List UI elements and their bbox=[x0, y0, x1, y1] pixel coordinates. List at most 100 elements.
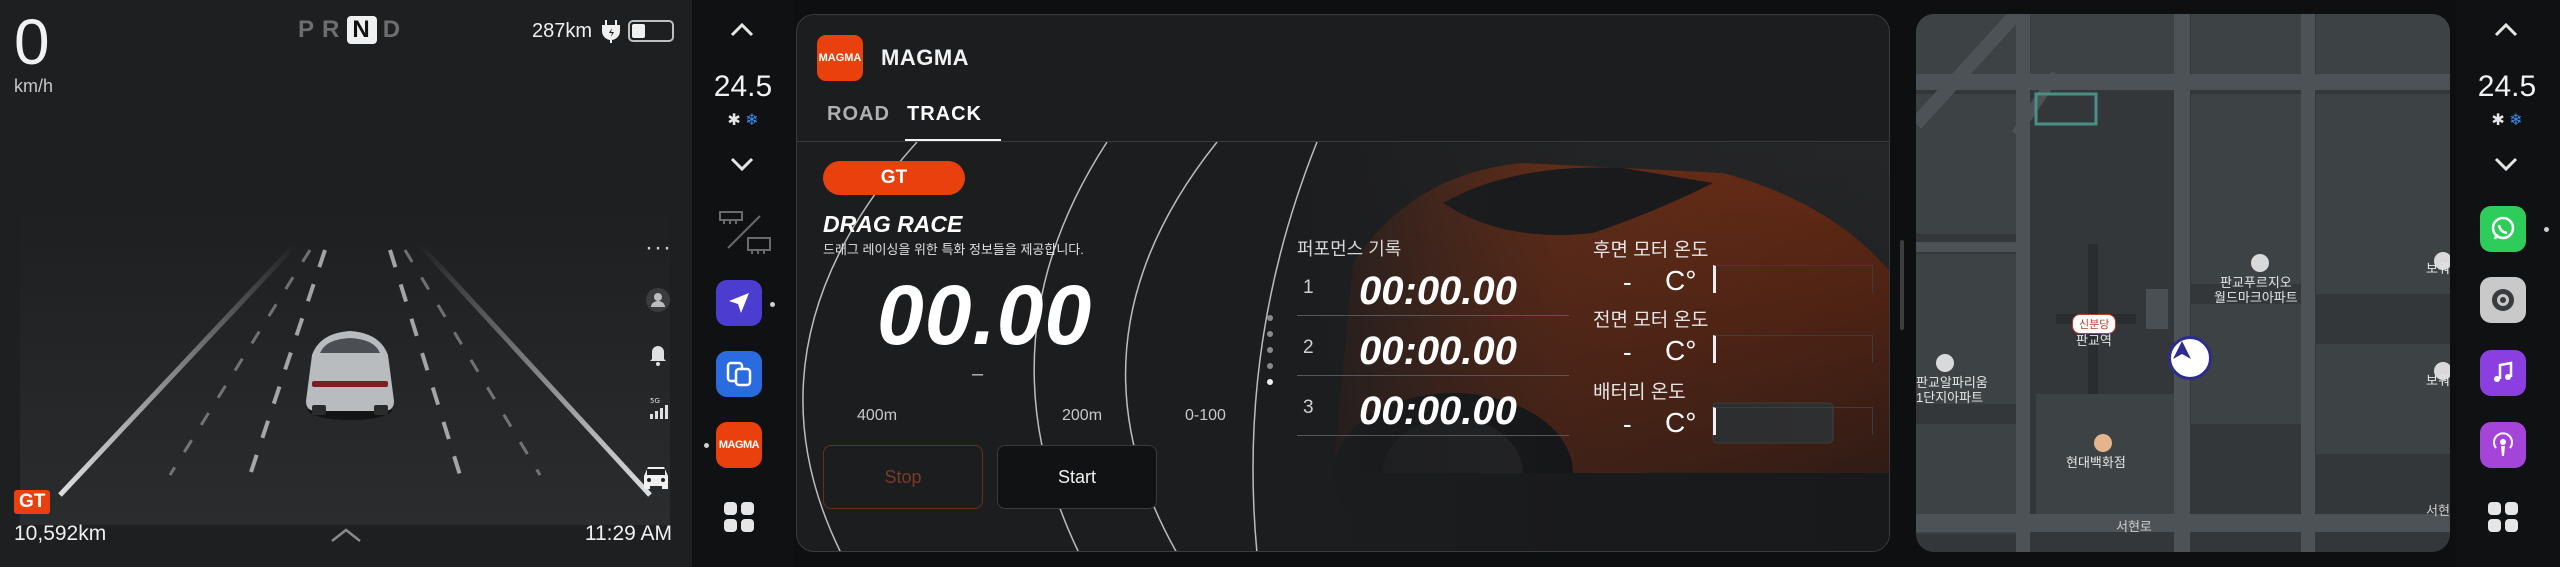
battery-fill bbox=[632, 24, 645, 38]
record-index: 3 bbox=[1303, 397, 1314, 418]
gt-mode-pill[interactable]: GT bbox=[823, 161, 965, 195]
right-dock: 24.5 ✱ ❄ bbox=[2456, 0, 2560, 567]
temp-unit: C° bbox=[1665, 407, 1697, 438]
distance-400m: 400m bbox=[857, 407, 898, 424]
left-dock: 24.5 ✱ ❄ MAGMA bbox=[692, 0, 794, 567]
map-label-hyundai: 현대백화점 bbox=[2066, 455, 2126, 470]
drag-race-description: 드래그 레이싱을 위한 특화 정보들을 제공합니다. bbox=[823, 242, 1084, 257]
temp-value: - bbox=[1623, 409, 1632, 439]
record-divider bbox=[1297, 375, 1569, 376]
battery-indicator bbox=[628, 20, 674, 42]
record-time: 00:00.00 bbox=[1359, 389, 1517, 433]
temp-unit: C° bbox=[1665, 265, 1697, 296]
temp-unit: C° bbox=[1665, 335, 1697, 366]
apartment-poi-icon[interactable] bbox=[2251, 254, 2269, 272]
map-canvas[interactable] bbox=[1916, 14, 2450, 552]
active-dot bbox=[704, 443, 709, 448]
temp-gauge bbox=[1713, 335, 1873, 363]
map-label-edge-top: 보워 bbox=[2426, 261, 2450, 276]
magma-app-icon[interactable]: MAGMA bbox=[716, 422, 762, 468]
map-label-edge-bottom: 서현 bbox=[2426, 503, 2450, 518]
distance-200m: 200m bbox=[1062, 407, 1103, 424]
rear-motor-temp: 후면 모터 온도 - C° bbox=[1593, 235, 1883, 305]
notification-bell-icon[interactable] bbox=[644, 340, 672, 368]
magma-logo: MAGMA bbox=[817, 35, 863, 81]
timer-subtext: – bbox=[972, 363, 984, 385]
multiscreen-app-icon[interactable] bbox=[716, 351, 762, 397]
music-app-icon[interactable] bbox=[2480, 350, 2526, 396]
tab-road[interactable]: ROAD bbox=[827, 103, 890, 126]
page-dot bbox=[1267, 331, 1273, 337]
all-apps-grid-icon[interactable] bbox=[2480, 494, 2526, 540]
temp-value: - bbox=[1623, 337, 1632, 367]
instrument-cluster: 0 km/h P R N D 287km ··· 5G GT 10,592km … bbox=[0, 0, 692, 567]
temp-down-chevron-icon[interactable] bbox=[726, 152, 758, 176]
page-dot bbox=[1267, 363, 1273, 369]
department-store-poi-icon[interactable] bbox=[2094, 434, 2112, 452]
temp-value: - bbox=[1623, 267, 1632, 297]
record-time: 00:00.00 bbox=[1359, 329, 1517, 373]
record-row: 1 00:00.00 bbox=[1303, 267, 1583, 313]
page-indicator bbox=[1267, 315, 1275, 395]
5g-signal-icon: 5G bbox=[650, 397, 668, 419]
map-view[interactable]: 판교푸르지오 월드마크아파트 판교알파리움 1단지아파트 신분당 판교역 현대백… bbox=[1916, 14, 2450, 552]
profile-icon[interactable] bbox=[644, 286, 672, 314]
record-divider bbox=[1297, 435, 1569, 436]
all-apps-grid-icon[interactable] bbox=[716, 494, 762, 540]
speed-unit: km/h bbox=[14, 76, 54, 96]
passenger-temperature: 24.5 bbox=[2477, 70, 2537, 103]
temp-label: 배터리 온도 bbox=[1593, 382, 1686, 403]
gear-d: D bbox=[382, 16, 403, 43]
panel-scrollbar[interactable] bbox=[1900, 240, 1904, 330]
charging-plug-icon bbox=[602, 20, 620, 43]
subway-station-tag[interactable]: 신분당 bbox=[2072, 314, 2117, 334]
page-dot bbox=[1267, 315, 1273, 321]
svg-text:5G: 5G bbox=[650, 397, 660, 405]
driver-temperature: 24.5 bbox=[713, 70, 773, 103]
performance-record-title: 퍼포먼스 기록 bbox=[1297, 239, 1402, 259]
record-row: 3 00:00.00 bbox=[1303, 387, 1583, 433]
record-divider bbox=[1297, 315, 1569, 316]
drive-mode-badge: GT bbox=[14, 490, 51, 514]
record-index: 2 bbox=[1303, 337, 1314, 358]
gear-n: N bbox=[347, 16, 377, 44]
navigation-app-icon[interactable] bbox=[716, 280, 762, 326]
chevron-up-icon[interactable] bbox=[330, 527, 362, 543]
temp-up-chevron-icon[interactable] bbox=[2490, 18, 2522, 42]
map-label-edge-mid: 보워 bbox=[2426, 373, 2450, 388]
temp-gauge bbox=[1713, 265, 1873, 293]
camera-app-icon[interactable] bbox=[2480, 277, 2526, 323]
record-index: 1 bbox=[1303, 277, 1314, 298]
fan-ac-icon: ✱ ❄ bbox=[2491, 112, 2523, 129]
podcast-app-icon[interactable] bbox=[2480, 422, 2526, 468]
page-dot bbox=[1267, 347, 1273, 353]
temp-label: 후면 모터 온도 bbox=[1593, 240, 1709, 261]
gear-p: P bbox=[298, 16, 317, 43]
tab-divider bbox=[797, 141, 1889, 142]
temp-up-chevron-icon[interactable] bbox=[726, 18, 758, 42]
map-label-pangyo-station: 판교역 bbox=[2076, 333, 2112, 348]
range-readout: 287km bbox=[532, 20, 593, 42]
temp-label: 전면 모터 온도 bbox=[1593, 310, 1709, 331]
car-view-icon[interactable] bbox=[638, 460, 674, 492]
front-motor-temp: 전면 모터 온도 - C° bbox=[1593, 305, 1883, 375]
cluster-menu-button[interactable]: ··· bbox=[645, 234, 672, 262]
record-time: 00:00.00 bbox=[1359, 269, 1517, 313]
vehicle-icon bbox=[306, 331, 394, 420]
battery-temp: 배터리 온도 - C° bbox=[1593, 377, 1883, 447]
drag-timer: 00.00 bbox=[877, 268, 1093, 362]
road-visualization bbox=[20, 205, 670, 525]
active-dot bbox=[2544, 227, 2549, 232]
start-button[interactable]: Start bbox=[997, 445, 1157, 509]
stop-button[interactable]: Stop bbox=[823, 445, 983, 509]
defrost-icon[interactable] bbox=[714, 208, 774, 256]
temp-down-chevron-icon[interactable] bbox=[2490, 152, 2522, 176]
gear-r: R bbox=[322, 16, 342, 43]
drag-race-title: DRAG RACE bbox=[823, 211, 963, 237]
fan-ac-icon: ✱ ❄ bbox=[727, 112, 759, 129]
app-title: MAGMA bbox=[881, 45, 970, 70]
tab-track[interactable]: TRACK bbox=[907, 103, 982, 126]
apartment-poi-icon[interactable] bbox=[1936, 354, 1954, 372]
whatsapp-app-icon[interactable] bbox=[2480, 206, 2526, 252]
clock: 11:29 AM bbox=[584, 522, 672, 545]
